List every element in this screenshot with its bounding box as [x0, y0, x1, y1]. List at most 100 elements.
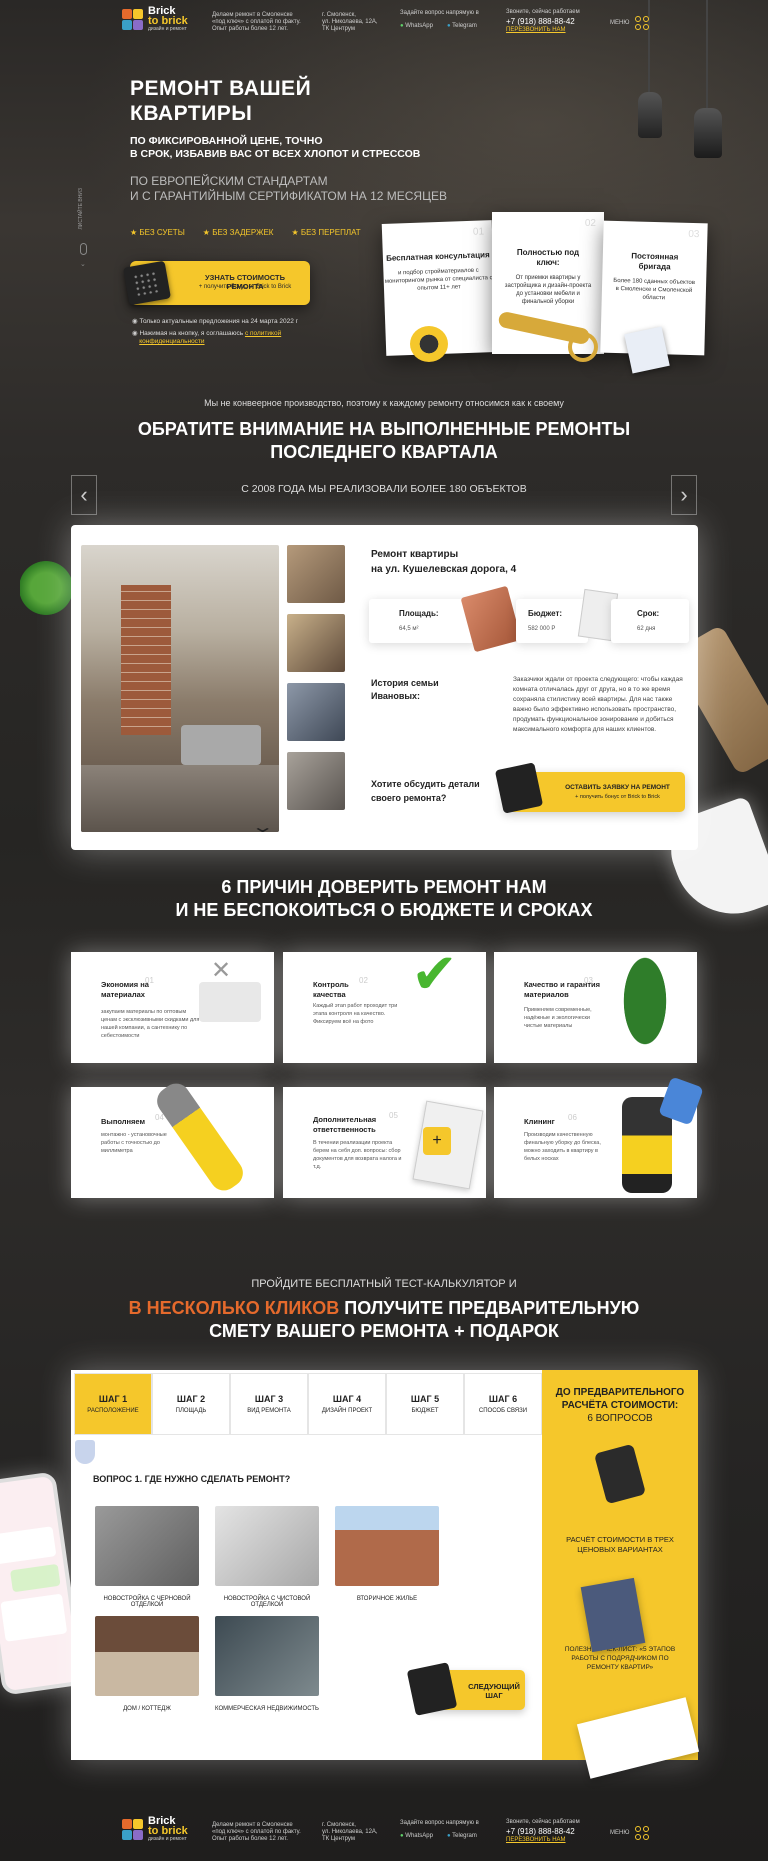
whatsapp-link[interactable]: ● WhatsApp	[400, 23, 433, 30]
site-header: Brick to brick дизайн и ремонт Делаем ре…	[0, 0, 768, 44]
tab-step: ШАГ 6	[488, 1394, 518, 1404]
whatsapp-label: WhatsApp	[405, 23, 433, 29]
logo-icon	[122, 8, 144, 31]
prev-arrow-button[interactable]: ‹	[71, 475, 97, 515]
menu-icon	[635, 16, 650, 30]
cta-subtitle: + получить бонус от Brick to Brick	[198, 284, 292, 290]
tab-step: ШАГ 1	[98, 1394, 128, 1404]
tab-step-2[interactable]: ШАГ 2 ПЛОЩАДЬ	[152, 1373, 230, 1435]
reason-text: Каждый этап работ проходит три этапа кон…	[313, 1003, 398, 1025]
key-ring-icon	[568, 332, 598, 362]
option-image	[215, 1616, 319, 1696]
phone-number[interactable]: +7 (918) 888-88-42	[506, 1828, 580, 1836]
reasons-title-line: 6 ПРИЧИН ДОВЕРИТЬ РЕМОНТ НАМ	[221, 877, 547, 897]
address-line: ТК Центрум	[322, 1836, 355, 1842]
tab-name: БЮДЖЕТ	[411, 1408, 439, 1414]
option-commercial[interactable]: КОММЕРЧЕСКАЯ НЕДВИЖИМОСТЬ	[215, 1616, 319, 1712]
stat-term: Срок: 62 дня	[611, 599, 689, 643]
actual-offer-note: Только актуальные предложения на 24 март…	[132, 316, 298, 328]
whatsapp-icon: ●	[400, 23, 404, 29]
panel-title-line: ДО ПРЕДВАРИТЕЛЬНОГО	[555, 1387, 685, 1398]
callback-link[interactable]: ПЕРЕЗВОНИТЬ НАМ	[506, 27, 580, 34]
quiz-calculator: ШАГ 1 РАСПОЛОЖЕНИЕ ШАГ 2 ПЛОЩАДЬ ШАГ 3 ВИД …	[71, 1370, 700, 1779]
tab-step-4[interactable]: ШАГ 4 ДИЗАЙН ПРОЕКТ	[308, 1373, 386, 1435]
option-new-finish[interactable]: НОВОСТРОЙКА С ЧИСТОВОЙ ОТДЕЛКОЙ	[215, 1506, 319, 1608]
address-line: г. Смоленск,	[322, 12, 356, 18]
reason-num: 06	[568, 1113, 577, 1122]
request-button-title: ОСТАВИТЬ ЗАЯВКУ НА РЕМОНТ	[565, 784, 670, 791]
about-line: «под ключ» с оплатой по факту.	[212, 1829, 301, 1835]
call-label: Звоните, сейчас работаем	[506, 1819, 580, 1825]
reason-text: Применяем современные, надёжные и эколог…	[524, 1007, 592, 1029]
tab-step: ШАГ 5	[410, 1394, 440, 1404]
quiz-title: В НЕСКОЛЬКО КЛИКОВ ПОЛУЧИТЕ ПРЕДВАРИТЕЛЬ…	[0, 1297, 768, 1343]
reason-card: 01 Экономия на материалах закупаем матер…	[71, 952, 274, 1063]
telegram-link[interactable]: ● Telegram	[447, 1833, 477, 1840]
request-button[interactable]: ОСТАВИТЬ ЗАЯВКУ НА РЕМОНТ + получить бон…	[494, 762, 685, 814]
logo-text: Brick to brick дизайн и ремонт	[148, 1816, 188, 1843]
quiz-sidepanel: ДО ПРЕДВАРИТЕЛЬНОГО РАСЧЁТА СТОИМОСТИ: 6 В…	[542, 1370, 700, 1779]
logo-tagline: дизайн и ремонт	[148, 1836, 187, 1842]
project-main-photo[interactable]	[81, 545, 279, 832]
menu-label: МЕНЮ	[610, 1830, 630, 1836]
tab-step: ШАГ 4	[332, 1394, 362, 1404]
privacy-link[interactable]: с политикой	[245, 330, 281, 337]
stat-area: Площадь: 64,5 м²	[369, 599, 477, 643]
option-new-rough[interactable]: НОВОСТРОЙКА С ЧЕРНОВОЙ ОТДЕЛКОЙ	[95, 1506, 199, 1608]
menu-button[interactable]: МЕНЮ	[610, 1826, 650, 1840]
option-house[interactable]: ДОМ / КОТТЕДЖ	[95, 1616, 199, 1712]
project-thumbnail[interactable]	[287, 614, 345, 672]
telegram-link[interactable]: ● Telegram	[447, 23, 477, 30]
stat-value: 62 дня	[637, 626, 656, 632]
whatsapp-link[interactable]: ● WhatsApp	[400, 1833, 433, 1840]
about-line: Делаем ремонт в Смоленске	[212, 12, 293, 18]
works-title-line: ПОСЛЕДНЕГО КВАРТАЛА	[270, 442, 498, 462]
cross-icon: ✕	[211, 957, 232, 984]
menu-button[interactable]: МЕНЮ	[610, 16, 650, 30]
tab-step-3[interactable]: ШАГ 3 ВИД РЕМОНТА	[230, 1373, 308, 1435]
whatsapp-label: WhatsApp	[405, 1833, 433, 1839]
option-label: НОВОСТРОЙКА С ЧЕРНОВОЙ ОТДЕЛКОЙ	[103, 1596, 191, 1608]
quiz-title-line-1: В НЕСКОЛЬКО КЛИКОВ ПОЛУЧИТЕ ПРЕДВАРИТЕЛЬ…	[0, 1297, 768, 1320]
option-secondary[interactable]: ВТОРИЧНОЕ ЖИЛЬЕ	[335, 1506, 439, 1602]
chevron-down-icon[interactable]: ⌄	[251, 817, 275, 837]
logo[interactable]: Brick to brick дизайн и ремонт	[122, 6, 188, 33]
address-line: ул. Николаева, 12А,	[322, 19, 378, 25]
hero-title: РЕМОНТ ВАШЕЙ КВАРТИРЫ	[130, 76, 311, 126]
phone-number[interactable]: +7 (918) 888-88-42	[506, 18, 580, 26]
tab-step-6[interactable]: ШАГ 6 СПОСОБ СВЯЗИ	[464, 1373, 542, 1435]
hero-title-line: РЕМОНТ ВАШЕЙ	[130, 77, 312, 100]
project-thumbnails	[287, 545, 345, 821]
history-text: Заказчики ждали от проекта следующего: ч…	[513, 676, 683, 733]
reason-text: монтажно - установочные работы с точност…	[101, 1132, 167, 1154]
next-step-button[interactable]: СЛЕДУЮЩИЙ ШАГ	[406, 1662, 525, 1716]
hero-subtitle-line: ПО ФИКСИРОВАННОЙ ЦЕНЕ, ТОЧНО	[130, 135, 323, 147]
scroll-arrow-icon: ⌄	[80, 261, 86, 268]
privacy-link-2[interactable]: конфиденциальности	[139, 338, 204, 345]
reason-text: В течении реализации проекта берем на се…	[313, 1140, 402, 1170]
project-thumbnail[interactable]	[287, 545, 345, 603]
logo[interactable]: Brick to brick дизайн и ремонт	[122, 1816, 188, 1843]
feature-text: От приемки квартиры у застройщика и диза…	[504, 275, 592, 305]
get-price-button[interactable]: УЗНАТЬ СТОИМОСТЬ РЕМОНТА + получить бону…	[123, 260, 310, 306]
reason-num: 05	[389, 1111, 398, 1120]
works-intro: Мы не конвеерное производство, поэтому к…	[204, 398, 564, 408]
perk-item: БЕЗ ПЕРЕПЛАТ	[291, 228, 361, 237]
project-thumbnail[interactable]	[287, 752, 345, 810]
quiz-tabs: ШАГ 1 РАСПОЛОЖЕНИЕ ШАГ 2 ПЛОЩАДЬ ШАГ 3 ВИД …	[74, 1373, 542, 1435]
about-line: «под ключ» с оплатой по факту.	[212, 19, 301, 25]
chevron-left-icon: ‹	[80, 482, 88, 507]
about-line: Делаем ремонт в Смоленске	[212, 1822, 293, 1828]
project-thumbnail[interactable]	[287, 683, 345, 741]
tab-step-1[interactable]: ШАГ 1 РАСПОЛОЖЕНИЕ	[74, 1373, 152, 1435]
address-line: ТК Центрум	[322, 26, 355, 32]
callback-link[interactable]: ПЕРЕЗВОНИТЬ НАМ	[506, 1837, 580, 1844]
feature-text: Более 180 сданных объектов в Смоленске и…	[613, 277, 696, 302]
reason-num: 03	[584, 976, 593, 985]
tab-step-5[interactable]: ШАГ 5 БЮДЖЕТ	[386, 1373, 464, 1435]
next-arrow-button[interactable]: ›	[671, 475, 697, 515]
request-button-subtitle: + получить бонус от Brick to Brick	[575, 794, 660, 800]
option-image	[335, 1506, 439, 1586]
tab-name: СПОСОБ СВЯЗИ	[478, 1408, 528, 1414]
footer-phone-block: Звоните, сейчас работаем +7 (918) 888-88…	[506, 1819, 580, 1844]
